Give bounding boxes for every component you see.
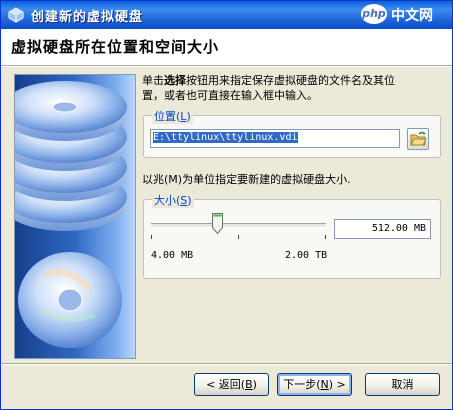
window-title: 创建新的虚拟硬盘	[31, 10, 144, 25]
size-min-label: 4.00 MB	[151, 250, 194, 261]
wizard-window: 创建新的虚拟硬盘 php 中文网 虚拟硬盘所在位置和空间大小 单击选择按钮用来指…	[0, 0, 453, 410]
location-legend: 位置(L)	[152, 108, 193, 124]
watermark-text: 中文网	[391, 8, 433, 24]
size-slider-track[interactable]	[151, 223, 326, 228]
instructions-text: 单击选择按钮用来指定保存虚拟硬盘的文件名及其位 置，或者也可直接在输入框中输入。	[142, 73, 395, 103]
next-button[interactable]: 下一步(N) >	[277, 373, 352, 396]
back-button[interactable]: < 返回(B)	[194, 373, 269, 396]
slider-tick	[325, 235, 326, 239]
page-header: 虚拟硬盘所在位置和空间大小	[1, 29, 452, 65]
virtualbox-app-icon	[8, 7, 24, 23]
location-hotkey: L	[180, 110, 187, 123]
title-bar[interactable]: 创建新的虚拟硬盘 php 中文网	[1, 1, 452, 29]
instructions-line2: 置，或者也可直接在输入框中输入。	[142, 89, 318, 102]
instructions-choose-keyword: 选择	[164, 74, 186, 87]
watermark: php 中文网	[361, 3, 446, 27]
size-value-input[interactable]: 512.00 MB	[334, 219, 431, 239]
slider-tick	[151, 235, 152, 239]
size-instructions: 以兆(M)为单位指定要新建的虚拟硬盘大小.	[142, 173, 351, 186]
size-slider-thumb[interactable]	[212, 213, 223, 234]
disk-path-input[interactable]: E:\ttylinux\ttylinux.vdi	[150, 129, 400, 148]
folder-open-icon	[410, 131, 427, 146]
size-groupbox	[143, 199, 441, 279]
size-max-label: 2.00 TB	[285, 250, 328, 261]
choose-file-button[interactable]	[407, 128, 429, 150]
disk-path-value: E:\ttylinux\ttylinux.vdi	[153, 132, 298, 143]
side-banner-image	[14, 74, 136, 359]
disc-stack-illustration	[15, 81, 127, 348]
page-title: 虚拟硬盘所在位置和空间大小	[11, 38, 220, 56]
size-hotkey: S	[180, 194, 188, 207]
size-legend: 大小(S)	[152, 192, 194, 208]
slider-tick	[238, 235, 239, 239]
instructions-line1-rest: 按钮用来指定保存虚拟硬盘的文件名及其位	[186, 74, 395, 87]
instructions-prefix: 单击	[142, 74, 164, 87]
watermark-logo: php	[361, 4, 387, 24]
cancel-button[interactable]: 取消	[365, 373, 440, 396]
